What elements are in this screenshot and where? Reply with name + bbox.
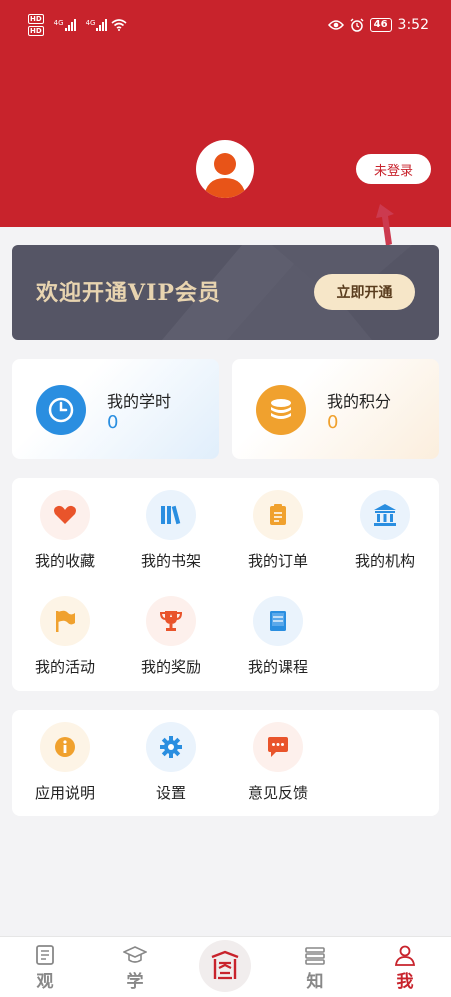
institution-icon [360, 490, 410, 540]
stat-value: 0 [107, 412, 119, 433]
heart-icon [40, 490, 90, 540]
clock-icon [36, 385, 86, 435]
graduation-cap-icon [123, 946, 147, 963]
tab-label: 学 [126, 972, 144, 992]
hd-badge: HD [28, 14, 44, 24]
login-button[interactable]: 未登录 [356, 154, 431, 184]
books-icon [305, 947, 325, 965]
vip-banner[interactable]: 欢迎开通VIP会员 立即开通 [12, 245, 439, 340]
wifi-icon [111, 19, 127, 31]
stat-label: 我的学时 [107, 392, 172, 411]
menu-item-favorites[interactable]: 我的收藏 [12, 478, 118, 573]
network-type: 4G [85, 19, 96, 27]
book-icon [253, 596, 303, 646]
tab-guan[interactable]: 观 [0, 937, 90, 997]
other-menu-panel: 应用说明 设置 意见反馈 [12, 710, 439, 816]
menu-item-activities[interactable]: 我的活动 [12, 584, 118, 679]
menu-item-label: 设置 [155, 784, 186, 802]
info-icon [40, 722, 90, 772]
avatar-person-icon [204, 153, 246, 198]
menu-item-settings[interactable]: 设置 [118, 710, 224, 805]
menu-item-label: 应用说明 [34, 784, 95, 802]
seal-logo-icon [211, 950, 239, 980]
status-bar-left: HD HD 4G 4G [28, 14, 127, 36]
gear-icon [146, 722, 196, 772]
clipboard-icon [253, 490, 303, 540]
menu-item-label: 我的机构 [354, 552, 415, 570]
hd-badges: HD HD [28, 14, 44, 36]
vip-open-button[interactable]: 立即开通 [314, 274, 415, 310]
tab-zhi[interactable]: 知 [270, 937, 360, 997]
battery-indicator: 46 [369, 18, 392, 32]
menu-item-feedback[interactable]: 意见反馈 [225, 710, 331, 805]
study-hours-card[interactable]: 我的学时 0 [12, 359, 219, 459]
menu-item-label: 我的订单 [247, 552, 308, 570]
profile-header: HD HD 4G 4G 46 3:52 未登录 [0, 0, 451, 246]
points-card[interactable]: 我的积分 0 [232, 359, 439, 459]
menu-item-institution[interactable]: 我的机构 [332, 478, 438, 573]
vip-title: 欢迎开通VIP会员 [36, 280, 221, 306]
document-icon [36, 945, 54, 965]
menu-item-label: 我的收藏 [34, 552, 95, 570]
status-bar: HD HD 4G 4G 46 3:52 [0, 0, 451, 46]
alarm-icon [350, 18, 364, 32]
hd-badge: HD [28, 26, 44, 36]
tab-label: 观 [36, 972, 54, 992]
menu-item-bookshelf[interactable]: 我的书架 [118, 478, 224, 573]
bookshelf-icon [146, 490, 196, 540]
arrow-pointer-icon [376, 204, 394, 246]
menu-item-label: 我的书架 [140, 552, 201, 570]
network-type: 4G [53, 19, 64, 27]
my-menu-panel: 我的收藏 我的书架 我的订单 我的机构 我的活动 我的奖励 我的课程 [12, 478, 439, 691]
menu-item-label: 意见反馈 [247, 784, 308, 802]
flag-icon [40, 596, 90, 646]
menu-item-orders[interactable]: 我的订单 [225, 478, 331, 573]
signal-icon: 4G [52, 19, 76, 31]
person-icon [394, 945, 416, 966]
menu-item-label: 我的活动 [34, 658, 95, 676]
stat-value: 0 [327, 412, 339, 433]
stat-label: 我的积分 [327, 392, 392, 411]
tab-wo[interactable]: 我 [360, 937, 450, 997]
menu-item-rewards[interactable]: 我的奖励 [118, 584, 224, 679]
avatar[interactable] [196, 140, 254, 198]
status-time: 3:52 [397, 17, 429, 33]
eye-icon [327, 20, 344, 30]
status-bar-right: 46 3:52 [327, 17, 429, 33]
menu-item-app-info[interactable]: 应用说明 [12, 710, 118, 805]
tab-xue[interactable]: 学 [90, 937, 180, 997]
seal-logo-button[interactable] [199, 940, 251, 992]
trophy-icon [146, 596, 196, 646]
tab-label: 知 [306, 972, 324, 992]
coins-icon [256, 385, 306, 435]
signal-icon: 4G [84, 19, 108, 31]
menu-item-label: 我的奖励 [140, 658, 201, 676]
tab-label: 我 [396, 972, 414, 992]
menu-item-courses[interactable]: 我的课程 [225, 584, 331, 679]
menu-item-label: 我的课程 [247, 658, 308, 676]
chat-icon [253, 722, 303, 772]
